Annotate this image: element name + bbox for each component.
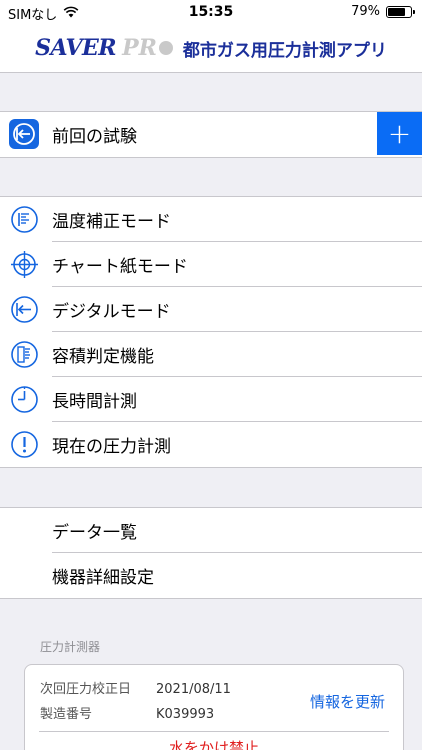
- mode-item-chart-paper[interactable]: チャート紙モード: [0, 242, 422, 287]
- instrument-card: 次回圧力校正日 2021/08/11 製造番号 K039993 情報を更新 水をかけ…: [24, 664, 404, 750]
- page-title: 都市ガス用圧力計測アプリ: [182, 40, 387, 61]
- previous-test-row[interactable]: 前回の試験 +: [0, 112, 422, 157]
- mode-label: 温度補正モード: [52, 212, 171, 232]
- exclamation-circle-icon: [10, 430, 39, 459]
- mode-label: 長時間計測: [52, 392, 137, 412]
- previous-test-group: 前回の試験 +: [0, 111, 422, 158]
- mode-item-long-term[interactable]: 長時間計測: [0, 377, 422, 422]
- mode-item-digital[interactable]: デジタルモード: [0, 287, 422, 332]
- calibration-date-key: 次回圧力校正日: [40, 682, 132, 697]
- thermometer-gauge-icon: [10, 205, 39, 234]
- arrow-left-circle-icon: [10, 295, 39, 324]
- arrow-left-circle-icon: [9, 119, 39, 149]
- nav-bar: SAVER PR 都市ガス用圧力計測アプリ: [0, 24, 422, 73]
- divider: [39, 731, 389, 732]
- status-bar: SIMなし 15:35 79%: [0, 0, 422, 24]
- modes-group: 温度補正モード チャート紙モード デジタルモード 容積判定機能 長時間計測 現在…: [0, 196, 422, 468]
- menu-item-device-settings[interactable]: 機器詳細設定: [0, 553, 422, 598]
- clock-icon: [10, 385, 39, 414]
- instrument-section-title: 圧力計測器: [40, 640, 101, 654]
- brand-logo-suffix: PR: [122, 35, 157, 61]
- mode-item-temperature[interactable]: 温度補正モード: [0, 197, 422, 242]
- mode-label: 現在の圧力計測: [52, 437, 171, 457]
- mode-item-volume-judgment[interactable]: 容積判定機能: [0, 332, 422, 377]
- menu-item-data-list[interactable]: データ一覧: [0, 508, 422, 553]
- warning-text: 水をかけ禁止: [168, 739, 259, 750]
- menu-label: 機器詳細設定: [52, 568, 154, 588]
- brand-logo: SAVER: [35, 35, 117, 61]
- previous-test-label: 前回の試験: [52, 127, 137, 147]
- brand-logo-dot: [158, 41, 173, 55]
- add-test-button[interactable]: +: [377, 112, 422, 155]
- serial-number-key: 製造番号: [40, 707, 93, 722]
- crosshair-icon: [10, 250, 39, 279]
- serial-number-value: K039993: [156, 707, 215, 722]
- battery-percent: 79%: [351, 4, 380, 19]
- volume-gauge-icon: [10, 340, 39, 369]
- calibration-date-value: 2021/08/11: [156, 682, 231, 697]
- menu-label: データ一覧: [52, 523, 137, 543]
- data-menu-group: データ一覧 機器詳細設定: [0, 507, 422, 599]
- battery-icon: [386, 5, 415, 18]
- mode-label: 容積判定機能: [52, 347, 154, 367]
- update-info-link[interactable]: 情報を更新: [310, 691, 385, 712]
- mode-label: デジタルモード: [52, 302, 171, 322]
- mode-label: チャート紙モード: [52, 257, 188, 277]
- mode-item-current-pressure[interactable]: 現在の圧力計測: [0, 422, 422, 467]
